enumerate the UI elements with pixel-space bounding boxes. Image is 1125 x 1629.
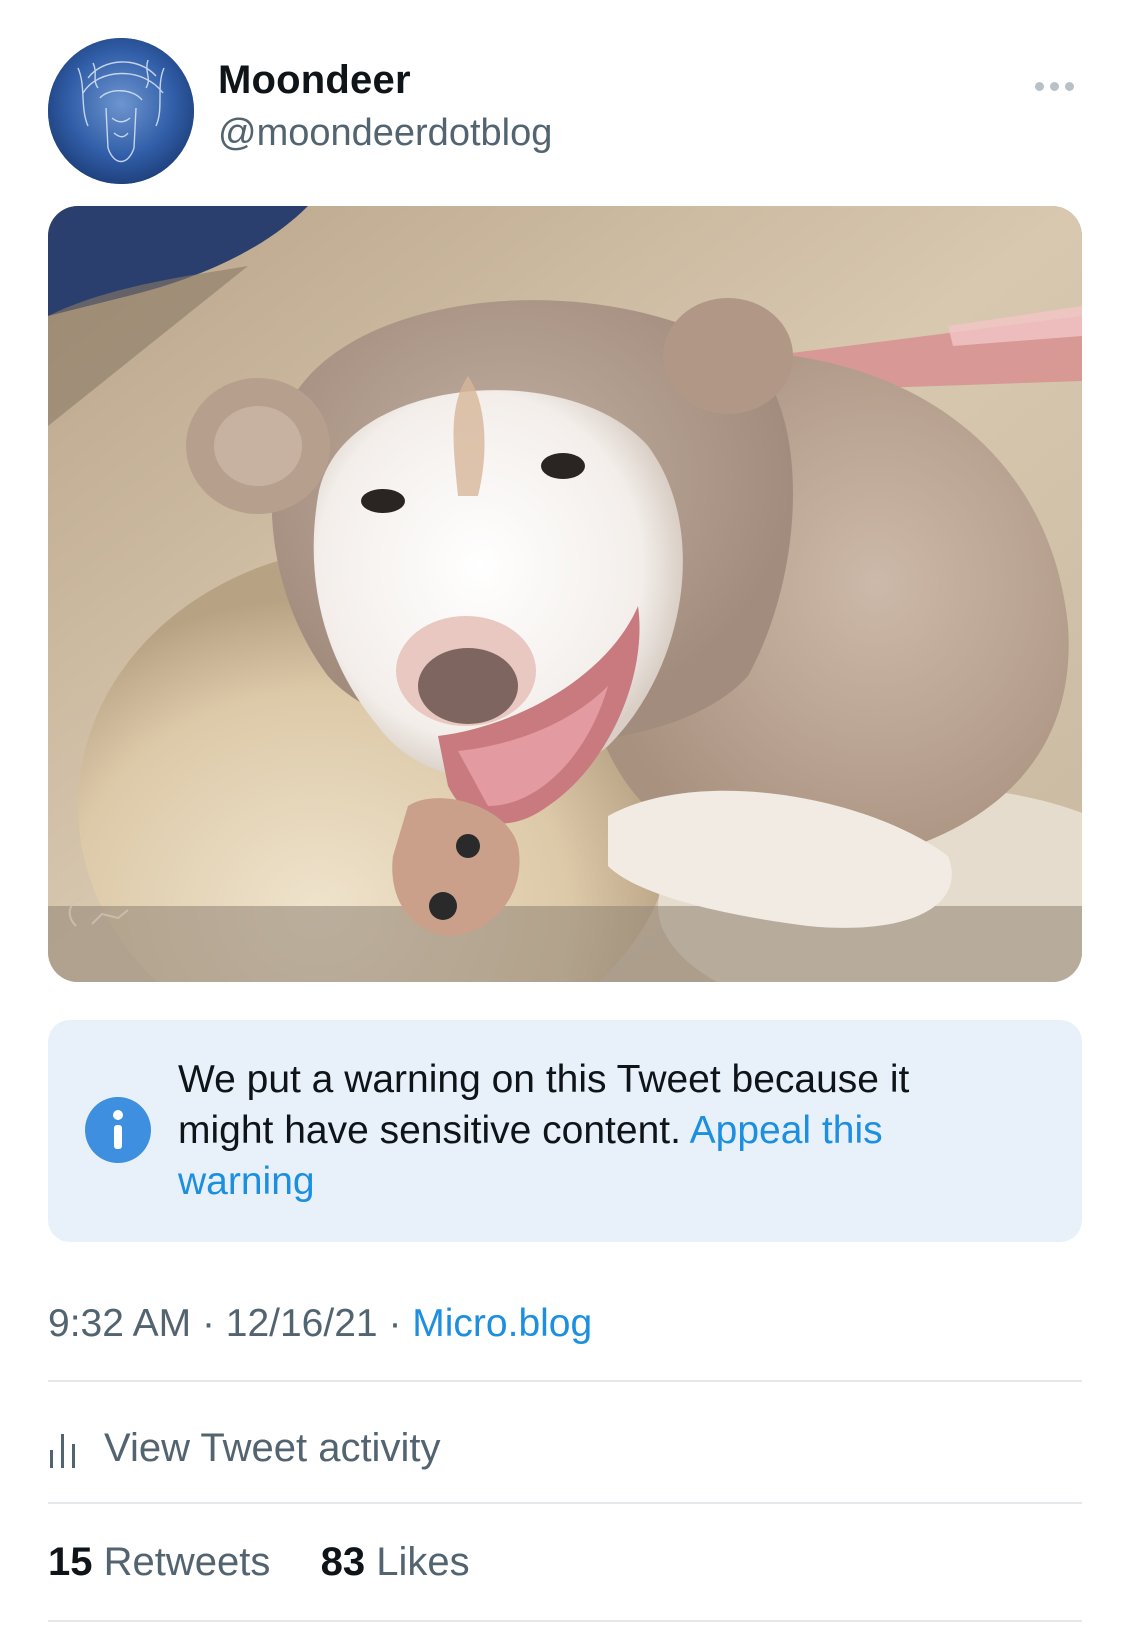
avatar-image bbox=[48, 38, 194, 184]
meta-separator: · bbox=[388, 1302, 402, 1345]
likes-label: Likes bbox=[376, 1540, 470, 1584]
likes-count-link[interactable]: 83 Likes bbox=[321, 1540, 470, 1584]
meta-separator: · bbox=[201, 1302, 215, 1345]
info-icon bbox=[85, 1097, 151, 1163]
sensitive-content-warning: We put a warning on this Tweet because i… bbox=[48, 1020, 1082, 1242]
more-dot-icon bbox=[1064, 81, 1074, 91]
more-dot-icon bbox=[1034, 81, 1044, 91]
tweet-media-image[interactable] bbox=[48, 206, 1082, 982]
avatar[interactable] bbox=[48, 38, 194, 184]
warning-message: We put a warning on this Tweet because i… bbox=[178, 1054, 998, 1207]
tweet-time[interactable]: 9:32 AM bbox=[48, 1302, 191, 1345]
analytics-bar-chart-icon bbox=[50, 1434, 75, 1468]
divider bbox=[48, 1620, 1082, 1622]
retweets-count: 15 bbox=[48, 1540, 93, 1584]
tweet-metadata: 9:32 AM · 12/16/21 · Micro.blog bbox=[48, 1302, 592, 1346]
divider bbox=[48, 1502, 1082, 1504]
divider bbox=[48, 1380, 1082, 1382]
tweet-source-link[interactable]: Micro.blog bbox=[412, 1302, 592, 1345]
more-dot-icon bbox=[1049, 81, 1059, 91]
more-options-button[interactable] bbox=[1026, 66, 1082, 106]
engagement-counts: 15 Retweets 83 Likes bbox=[48, 1540, 470, 1585]
likes-count: 83 bbox=[320, 1540, 366, 1584]
author-display-name[interactable]: Moondeer bbox=[218, 58, 411, 103]
tweet-date[interactable]: 12/16/21 bbox=[226, 1302, 378, 1345]
author-handle[interactable]: @moondeerdotblog bbox=[218, 112, 552, 155]
retweets-label: Retweets bbox=[103, 1540, 271, 1584]
retweets-count-link[interactable]: 15 Retweets bbox=[48, 1540, 282, 1584]
view-tweet-activity-button[interactable]: View Tweet activity bbox=[48, 1420, 440, 1476]
view-tweet-activity-label: View Tweet activity bbox=[104, 1425, 441, 1470]
dog-photo bbox=[48, 206, 1082, 982]
